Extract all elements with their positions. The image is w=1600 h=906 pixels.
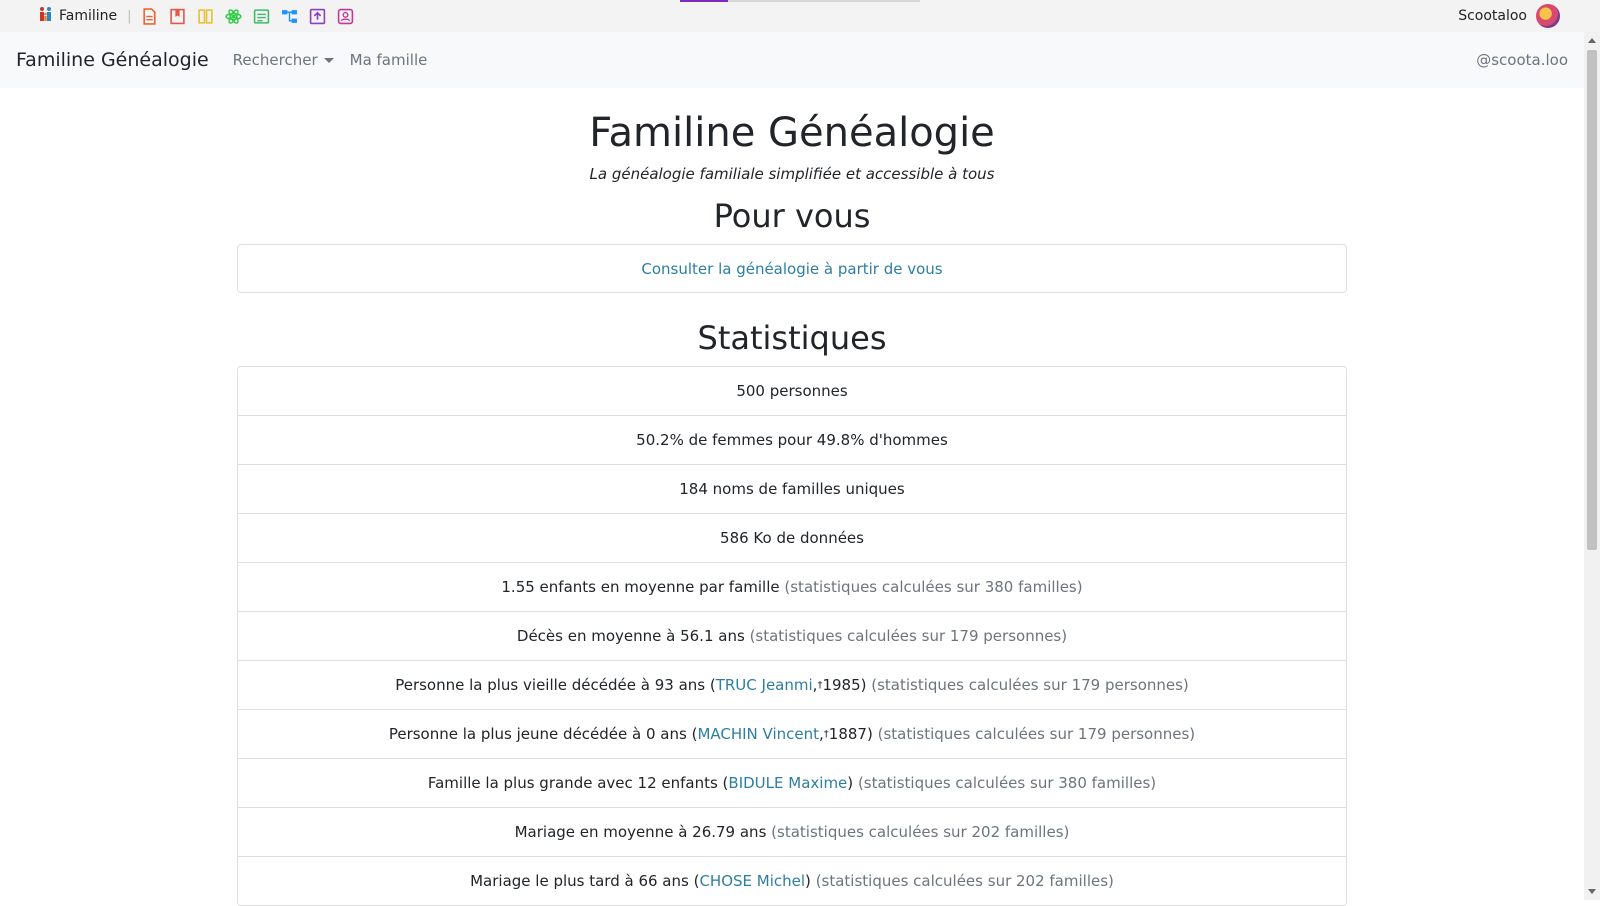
stat-note: (statistiques calculées sur 179 personne… [749, 627, 1068, 645]
stat-note: (statistiques calculées sur 380 familles… [784, 578, 1083, 596]
user-name: Scootaloo [1458, 8, 1527, 24]
familine-label: Familine [59, 8, 118, 24]
pour-vous-heading: Pour vous [713, 197, 871, 235]
stat-note: (statistiques calculées sur 202 familles… [771, 823, 1070, 841]
upload-icon[interactable] [309, 8, 326, 25]
tree-icon[interactable] [281, 8, 298, 25]
main-content: Familine Généalogie La généalogie famili… [237, 88, 1347, 906]
stat-death-average: Décès en moyenne à 56.1 ans (statistique… [238, 612, 1346, 661]
contact-icon[interactable] [337, 8, 354, 25]
navbar-brand[interactable]: Familine Généalogie [16, 49, 209, 71]
topbar-separator: | [127, 8, 132, 24]
nav-rechercher-dropdown[interactable]: Rechercher [233, 51, 334, 69]
stat-youngest-death: Personne la plus jeune décédée à 0 ans (… [238, 710, 1346, 759]
consult-genealogy-link[interactable]: Consulter la généalogie à partir de vous [641, 260, 942, 278]
stat-largest-family: Famille la plus grande avec 12 enfants (… [238, 759, 1346, 808]
nav-ma-famille[interactable]: Ma famille [350, 51, 428, 69]
app-launcher [141, 7, 354, 25]
stat-unique-names: 184 noms de familles uniques [238, 465, 1346, 514]
document-icon[interactable] [141, 7, 158, 25]
bookmark-icon[interactable] [169, 8, 186, 25]
stat-gender-ratio: 50.2% de femmes pour 49.8% d'hommes [238, 416, 1346, 465]
person-link-bidule-maxime[interactable]: BIDULE Maxime [728, 774, 847, 792]
main-navbar: Familine Généalogie Rechercher Ma famill… [0, 32, 1584, 88]
family-icon [38, 6, 54, 26]
scroll-down-arrow-icon[interactable] [1588, 889, 1596, 894]
stat-note: (statistiques calculées sur 202 familles… [815, 872, 1114, 890]
scroll-up-arrow-icon[interactable] [1588, 38, 1596, 43]
stat-latest-marriage: Mariage le plus tard à 66 ans (CHOSE Mic… [238, 857, 1346, 906]
stat-persons: 500 personnes [238, 367, 1346, 416]
pour-vous-card: Consulter la généalogie à partir de vous [237, 244, 1347, 293]
scrollbar-thumb[interactable] [1587, 50, 1597, 550]
stat-marriage-average: Mariage en moyenne à 26.79 ans (statisti… [238, 808, 1346, 857]
person-link-machin-vincent[interactable]: MACHIN Vincent [697, 725, 819, 743]
familine-home-link[interactable]: Familine [38, 6, 117, 26]
tab-indicator-track [728, 0, 920, 2]
book-icon[interactable] [197, 8, 214, 25]
person-link-chose-michel[interactable]: CHOSE Michel [699, 872, 805, 890]
notes-icon[interactable] [253, 8, 270, 25]
user-handle-link[interactable]: @scoota.loo [1476, 51, 1568, 69]
person-link-truc-jeanmi[interactable]: TRUC Jeanmi [716, 676, 813, 694]
stat-children-average: 1.55 enfants en moyenne par famille (sta… [238, 563, 1346, 612]
app-topbar: Familine | Scootaloo [0, 0, 1600, 32]
atom-icon[interactable] [224, 8, 242, 25]
stats-list: 500 personnes 50.2% de femmes pour 49.8%… [237, 366, 1347, 906]
user-menu[interactable]: Scootaloo [1458, 0, 1560, 32]
page-tagline: La généalogie familiale simplifiée et ac… [589, 165, 995, 183]
stat-note: (statistiques calculées sur 179 personne… [871, 676, 1189, 694]
statistiques-heading: Statistiques [697, 319, 887, 357]
stat-oldest-death: Personne la plus vieille décédée à 93 an… [238, 661, 1346, 710]
chevron-down-icon [323, 57, 334, 63]
avatar[interactable] [1536, 4, 1560, 28]
page-scrollbar[interactable] [1584, 32, 1600, 900]
stat-data-size: 586 Ko de données [238, 514, 1346, 563]
stat-note: (statistiques calculées sur 179 personne… [877, 725, 1196, 743]
stat-note: (statistiques calculées sur 380 familles… [857, 774, 1157, 792]
page-title: Familine Généalogie [589, 110, 995, 156]
nav-rechercher-label: Rechercher [232, 51, 318, 69]
active-tab-indicator [680, 0, 728, 2]
